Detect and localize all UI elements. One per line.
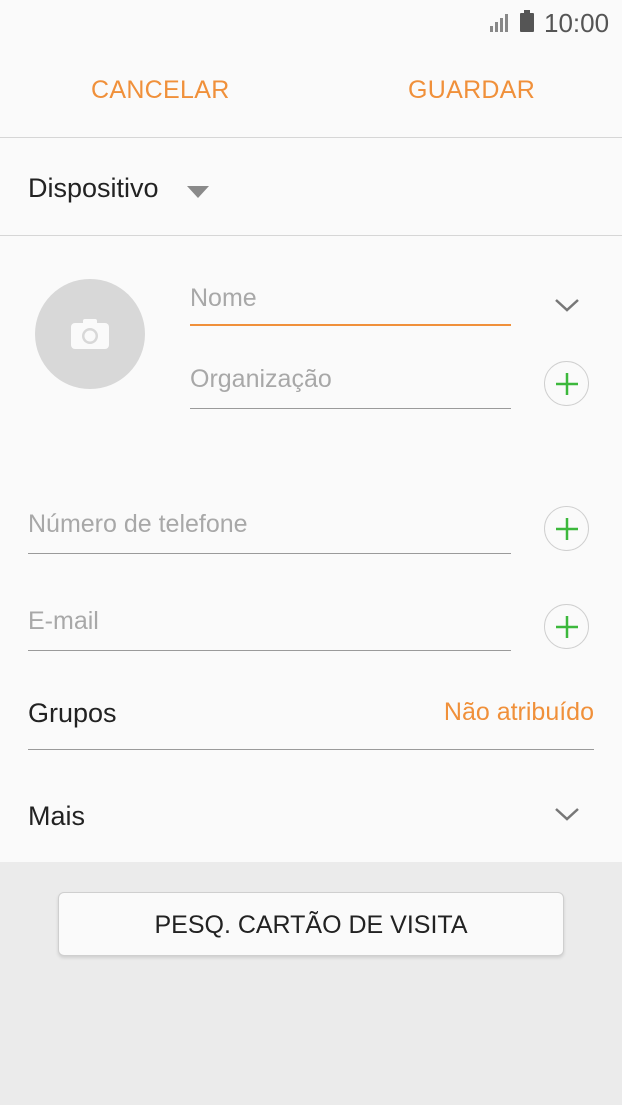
- action-bar: CANCELAR GUARDAR: [0, 44, 622, 138]
- organization-input[interactable]: Organização: [190, 365, 332, 394]
- contact-photo-button[interactable]: [35, 279, 145, 389]
- organization-input-underline: [190, 408, 511, 409]
- bottom-panel: PESQ. CARTÃO DE VISITA: [0, 862, 622, 1105]
- phone-input[interactable]: Número de telefone: [28, 510, 248, 539]
- phone-input-underline: [28, 553, 511, 554]
- groups-underline: [28, 749, 594, 750]
- status-time: 10:00: [544, 8, 610, 38]
- plus-icon: [556, 518, 578, 540]
- add-organization-button[interactable]: [544, 361, 589, 406]
- cancel-button[interactable]: CANCELAR: [91, 76, 230, 105]
- signal-icon: [490, 14, 508, 32]
- groups-label: Grupos: [28, 698, 117, 728]
- name-input-underline: [190, 324, 511, 326]
- scan-business-card-button[interactable]: PESQ. CARTÃO DE VISITA: [58, 892, 564, 956]
- plus-icon: [556, 616, 578, 638]
- storage-location-selector[interactable]: Dispositivo: [0, 139, 622, 236]
- status-bar: 10:00: [0, 0, 622, 44]
- groups-value[interactable]: Não atribuído: [444, 698, 594, 727]
- storage-location-label: Dispositivo: [28, 173, 159, 203]
- name-input[interactable]: Nome: [190, 284, 257, 313]
- add-phone-button[interactable]: [544, 506, 589, 551]
- expand-name-chevron-icon[interactable]: [553, 296, 581, 314]
- dropdown-triangle-icon: [187, 186, 209, 198]
- expand-more-chevron-icon[interactable]: [553, 805, 581, 823]
- save-button[interactable]: GUARDAR: [408, 76, 535, 105]
- plus-icon: [556, 373, 578, 395]
- more-label[interactable]: Mais: [28, 801, 85, 832]
- add-email-button[interactable]: [544, 604, 589, 649]
- email-input-underline: [28, 650, 511, 651]
- camera-icon: [71, 319, 109, 349]
- battery-icon: [520, 10, 534, 32]
- email-input[interactable]: E-mail: [28, 607, 99, 636]
